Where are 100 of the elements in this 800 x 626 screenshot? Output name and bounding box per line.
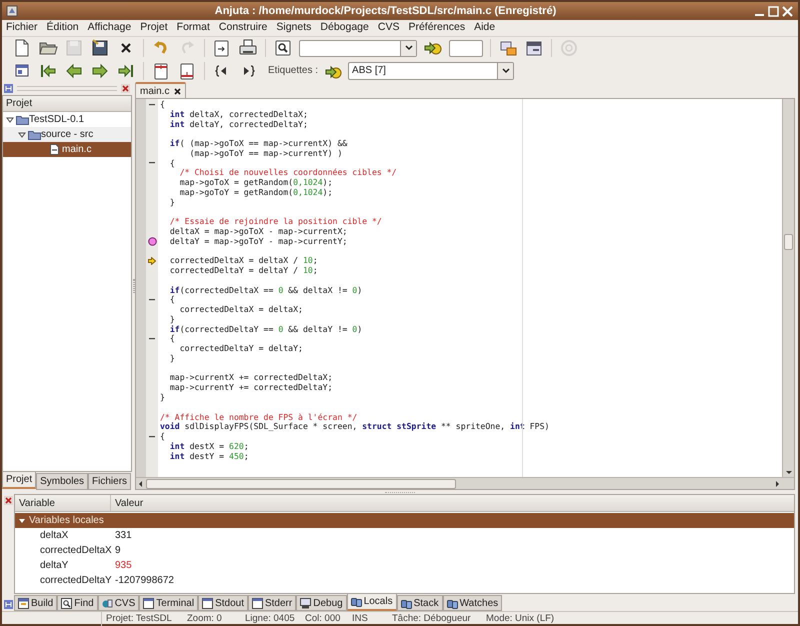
column-header[interactable]: Projet — [3, 96, 131, 112]
code-line: map->currentX += correctedDeltaX; — [168, 373, 334, 384]
status-field: Tâche: Débogueur — [388, 612, 482, 626]
folder-icon — [16, 114, 29, 124]
menu-item[interactable]: Édition — [46, 20, 79, 36]
fold-marker-icon[interactable] — [149, 104, 155, 106]
close-icon[interactable] — [174, 88, 182, 94]
code-line: int destX = 620; — [168, 442, 250, 452]
variable-value: 9 — [115, 545, 121, 556]
menu-item[interactable]: Signets — [276, 20, 312, 36]
tree-item[interactable]: main.c — [3, 142, 131, 157]
status-field: Col: 000 — [301, 612, 348, 626]
panel-tab[interactable]: Stack — [396, 595, 443, 611]
terminal-icon — [252, 598, 263, 608]
monitor-icon — [300, 598, 312, 608]
code-line: int deltaY, correctedDeltaY; — [168, 120, 309, 130]
code-line: { — [168, 158, 176, 168]
variable-value: 935 — [115, 560, 132, 571]
close-panel-icon[interactable] — [4, 496, 12, 505]
window-title: Anjuta : /home/murdock/Projects/TestSDL/src/main.c (Enregistré) — [214, 4, 556, 19]
fold-marker-icon[interactable] — [149, 162, 155, 164]
variable-name: correctedDeltaY — [40, 575, 112, 586]
variable-value: -1207998672 — [115, 575, 174, 586]
menu-item[interactable]: Affichage — [88, 20, 132, 36]
status-field: Mode: Unix (LF) — [482, 612, 582, 626]
code-line: } — [168, 354, 176, 364]
code-line: int deltaX, correctedDeltaX; — [168, 110, 309, 120]
scrollbar-thumb[interactable] — [146, 478, 456, 488]
fold-marker-icon[interactable] — [149, 338, 155, 340]
save-all-icon[interactable] — [90, 38, 110, 58]
code-line: { — [168, 334, 176, 344]
menu-item[interactable]: Débogage — [320, 20, 369, 36]
code-line: if( (map->goToX == map->currentX) && — [168, 139, 348, 149]
code-line: /* Essaie de rejoindre la position cible */ — [168, 217, 383, 227]
scrollbar-thumb[interactable] — [784, 234, 793, 250]
status-field: Projet: TestSDL — [102, 612, 183, 626]
column-header[interactable]: Variable — [15, 495, 111, 511]
fold-marker-icon[interactable] — [149, 436, 155, 438]
variable-name: deltaY — [40, 560, 68, 571]
tree-group-row[interactable]: Variables locales — [15, 513, 794, 528]
column-header[interactable]: Valeur — [111, 495, 794, 511]
dock-icon[interactable] — [4, 84, 13, 93]
status-field: INS — [348, 612, 388, 626]
menu-item[interactable]: Aide — [474, 20, 496, 36]
editor-tab[interactable]: main.c — [135, 82, 186, 98]
panel-tab[interactable]: Locals — [346, 594, 397, 611]
close-panel-icon[interactable] — [121, 84, 130, 93]
panel-tab[interactable]: Debug — [296, 595, 347, 611]
tags-label: Etiquettes : — [268, 64, 318, 78]
variable-name: correctedDeltaX — [40, 545, 112, 556]
code-line: int destY = 450; — [168, 452, 250, 462]
fold-marker-icon[interactable] — [149, 299, 155, 302]
maximize-icon[interactable] — [767, 4, 780, 18]
code-line: /* Choisi de nouvelles coordonnées cibles */ — [178, 168, 398, 178]
vertical-scrollbar[interactable] — [782, 99, 794, 477]
tags-combo[interactable]: ABS [7] — [348, 62, 514, 80]
code-line: } — [168, 198, 176, 208]
window-icon — [18, 598, 29, 608]
code-line: deltaX = map->goToX - map->currentX; — [168, 226, 348, 237]
tree-item[interactable]: source - src — [3, 127, 131, 142]
horizontal-scrollbar[interactable] — [136, 477, 794, 489]
find-icon — [61, 598, 72, 608]
dock-icon[interactable] — [4, 600, 12, 609]
menu-item[interactable]: Projet — [140, 20, 168, 36]
panel-tab[interactable]: Stderr — [248, 595, 296, 611]
menu-item[interactable]: Préférences — [408, 20, 466, 36]
variable-value: 331 — [115, 530, 132, 541]
menu-item[interactable]: CVS — [378, 20, 400, 36]
code-line: correctedDeltaY = deltaY; — [178, 344, 304, 354]
file-icon — [50, 144, 59, 155]
expanded-triangle-icon[interactable] — [19, 518, 25, 524]
code-line: } — [168, 314, 176, 325]
folder-icon — [28, 130, 41, 140]
panel-tab[interactable]: Watches — [442, 595, 502, 611]
menu-item[interactable]: Format — [176, 20, 210, 36]
breakpoint-icon[interactable] — [148, 237, 156, 246]
code-line: { — [160, 100, 166, 110]
panel-tab[interactable]: Terminal — [139, 595, 198, 611]
code-line: (map->goToY == map->currentY) ) — [188, 148, 344, 159]
panel-tab[interactable]: Stdout — [198, 595, 248, 611]
code-line: map->currentY += correctedDeltaY; — [168, 383, 334, 393]
panel-tab[interactable]: Fichiers — [88, 473, 132, 490]
status-field: Ligne: 0405 — [241, 612, 301, 626]
code-line: map->goToX = getRandom(0,1024); — [178, 178, 334, 188]
code-line: if(correctedDeltaY == 0 && deltaY != 0) — [168, 324, 364, 334]
panel-tab[interactable]: Symboles — [36, 473, 88, 490]
watch-icon — [446, 598, 458, 608]
panel-tab[interactable]: Find — [57, 595, 98, 611]
panel-tab[interactable]: Build — [14, 595, 58, 611]
panel-tab[interactable]: Projet — [2, 472, 36, 489]
line-number-field[interactable] — [449, 40, 483, 56]
find-icon[interactable] — [273, 38, 293, 58]
menu-item[interactable]: Fichier — [6, 20, 38, 36]
code-line: deltaY = map->goToY - map->currentY; — [168, 236, 348, 246]
tree-item[interactable]: TestSDL-0.1 — [3, 112, 131, 127]
menu-item[interactable]: Construire — [218, 20, 268, 36]
code-line: } — [160, 392, 166, 403]
panel-tab[interactable]: CVS — [98, 595, 140, 611]
code-line: /* Affiche le nombre de FPS à l'écran */ — [160, 412, 358, 422]
watch-icon — [400, 598, 412, 608]
